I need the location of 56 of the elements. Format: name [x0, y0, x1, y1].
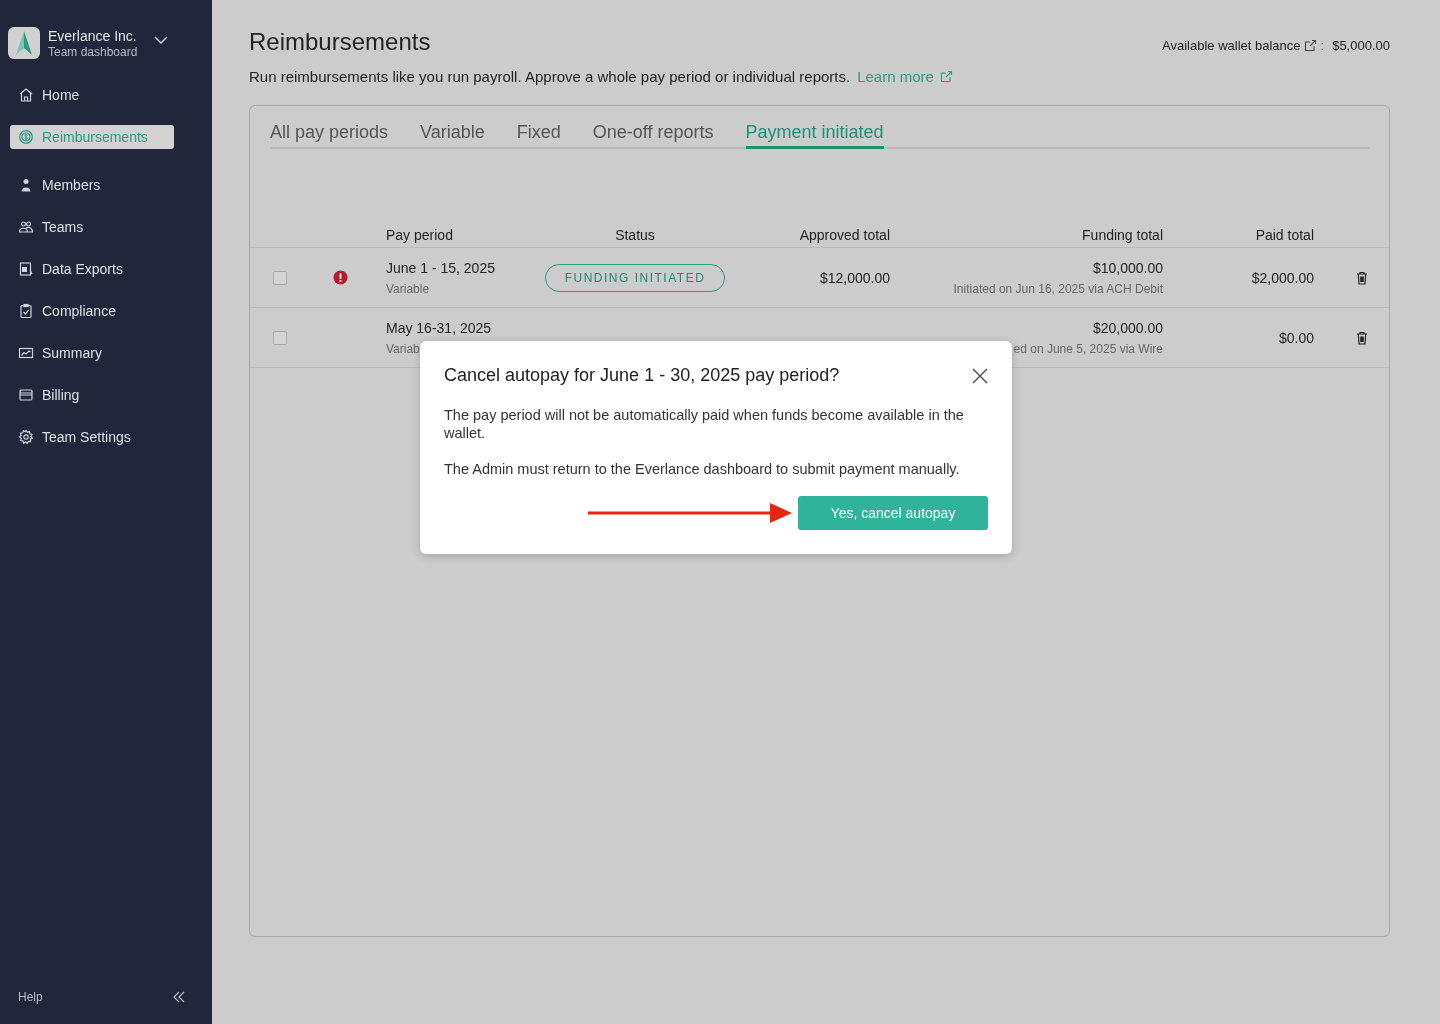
- collapse-icon[interactable]: [172, 990, 186, 1004]
- nav-item[interactable]: Summary: [10, 341, 174, 365]
- paid-total: $2,000.00: [1251, 269, 1314, 286]
- trash-icon[interactable]: [1356, 330, 1368, 345]
- external-link-icon[interactable]: [1303, 39, 1317, 52]
- nav-item[interactable]: Team Settings: [10, 425, 174, 449]
- funding-total: $20,000.00: [1092, 319, 1163, 336]
- spreadsheet-icon: [18, 261, 34, 277]
- pay-type: Variab: [386, 341, 420, 356]
- chart-icon: [18, 345, 34, 361]
- tab[interactable]: One-off reports: [592, 122, 714, 149]
- trash-icon[interactable]: [1356, 270, 1368, 285]
- settings-icon: [18, 429, 34, 445]
- help-link[interactable]: Help: [18, 990, 43, 1004]
- pay-type: Variable: [386, 281, 430, 296]
- checkbox[interactable]: [273, 270, 287, 285]
- wallet-label: Available wallet balance: [1162, 38, 1301, 53]
- tab[interactable]: Fixed: [516, 122, 561, 149]
- column-header: Pay period: [386, 227, 453, 243]
- close-icon[interactable]: [972, 367, 988, 384]
- nav-item[interactable]: Data Exports: [10, 257, 174, 281]
- paid-total: $0.00: [1278, 329, 1314, 346]
- home-icon: [18, 87, 34, 103]
- card-icon: [18, 387, 34, 403]
- tab[interactable]: All pay periods: [270, 122, 389, 149]
- dollar-cycle-icon: [18, 129, 34, 145]
- checkbox[interactable]: [273, 330, 287, 345]
- funding-note: Initiated on Jun 16, 2025 via ACH Debit: [953, 281, 1163, 296]
- nav-item[interactable]: Compliance: [10, 299, 174, 323]
- page-description: Run reimbursements like you run payroll. Approve a whole pay period or individual reports.: [249, 68, 851, 85]
- wallet-separator: :: [1320, 38, 1325, 53]
- dialog-title: Cancel autopay for June 1 - 30, 2025 pay period?: [444, 365, 840, 386]
- page-title: Reimbursements: [249, 28, 431, 56]
- logo-icon: [14, 30, 34, 56]
- nav-item[interactable]: Members: [10, 173, 174, 197]
- nav-item[interactable]: Billing: [10, 383, 174, 407]
- column-header: Approved total: [799, 227, 890, 243]
- funding-note: ed on June 5, 2025 via Wire: [1013, 341, 1163, 356]
- org-name: Everlance Inc.: [48, 27, 138, 44]
- chevron-down-icon[interactable]: [153, 35, 170, 45]
- pay-period: June 1 - 15, 2025: [386, 259, 495, 276]
- nav-item[interactable]: Home: [10, 83, 174, 107]
- column-header: Funding total: [1082, 227, 1163, 243]
- dialog-text: The Admin must return to the Everlance dashboard to submit payment manually.: [444, 460, 961, 478]
- clipboard-check-icon: [18, 303, 34, 319]
- pay-period: May 16-31, 2025: [386, 319, 492, 336]
- wallet-amount: $5,000.00: [1332, 38, 1390, 53]
- funding-total: $10,000.00: [1092, 259, 1163, 276]
- nav-item[interactable]: Teams: [10, 215, 174, 239]
- org-subtitle: Team dashboard: [48, 44, 138, 59]
- tab[interactable]: Variable: [420, 122, 485, 149]
- people-icon: [18, 219, 34, 235]
- column-header: Status: [615, 227, 655, 243]
- column-header: Paid total: [1255, 227, 1314, 243]
- dialog-text: The pay period will not be automatically paid when funds become available in the wallet.: [444, 406, 965, 442]
- approved-total: $12,000.00: [819, 269, 890, 286]
